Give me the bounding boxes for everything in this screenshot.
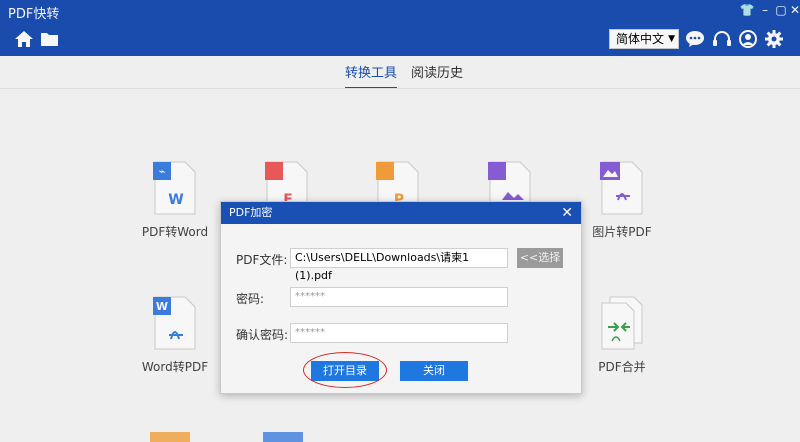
confirm-password-label: 确认密码: (236, 328, 289, 342)
dialog-title: PDF加密 (229, 206, 273, 219)
pdf-encrypt-dialog: PDF加密 ✕ PDF文件: C:\Users\DELL\Downloads\请… (220, 201, 582, 394)
open-directory-button[interactable]: 打开目录 (311, 361, 379, 381)
confirm-password-field[interactable]: ****** (290, 323, 508, 343)
choose-file-button[interactable]: <<选择 (517, 248, 563, 268)
pdf-file-field[interactable]: C:\Users\DELL\Downloads\请柬1 (1).pdf (290, 248, 508, 282)
pdf-file-label: PDF文件: (236, 253, 288, 267)
close-button[interactable]: 关闭 (400, 361, 468, 381)
password-field[interactable]: ****** (290, 287, 508, 307)
password-label: 密码: (236, 292, 265, 306)
dialog-title-bar: PDF加密 ✕ (221, 202, 581, 224)
close-icon[interactable]: ✕ (561, 202, 573, 224)
